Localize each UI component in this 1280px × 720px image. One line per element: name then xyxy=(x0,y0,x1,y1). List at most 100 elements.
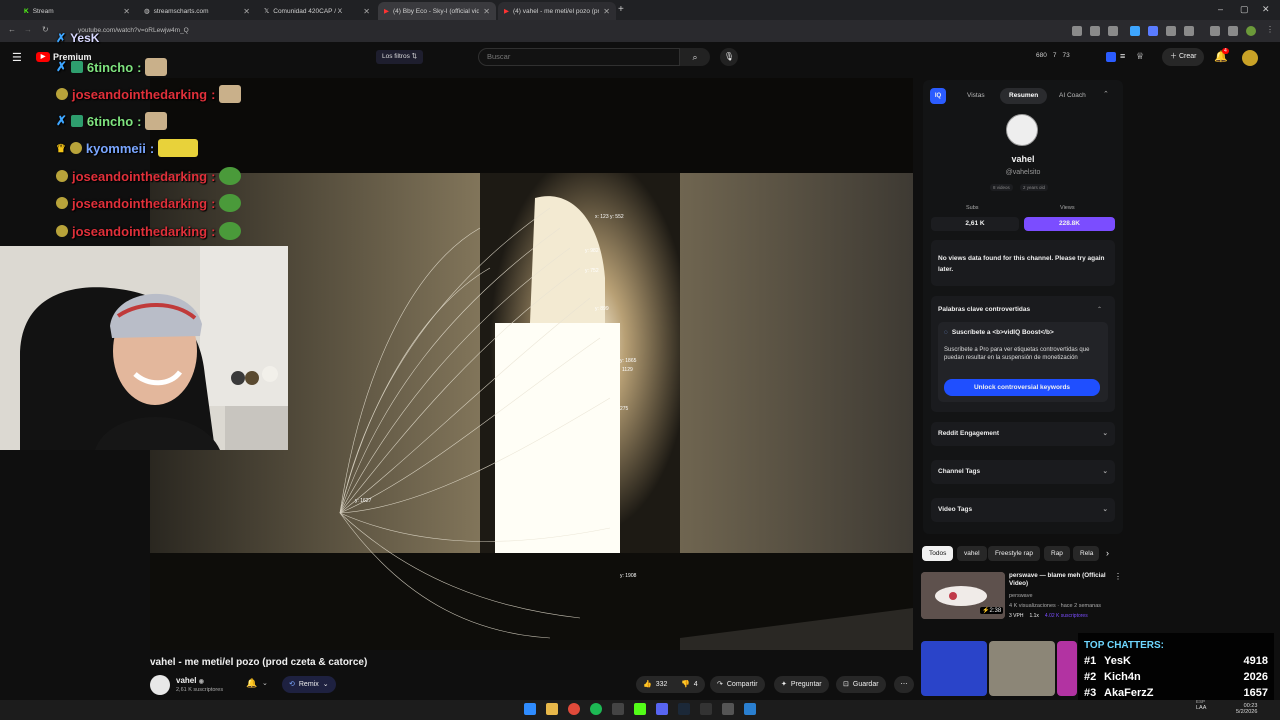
close-window-icon[interactable]: ✕ xyxy=(1262,4,1270,15)
tab-comunidad[interactable]: 𝕏 Comunidad 420CAP / X ✕ xyxy=(258,2,376,20)
extensions-puzzle-icon[interactable] xyxy=(1166,26,1176,36)
trophy-icon[interactable]: ♕ xyxy=(1136,51,1144,62)
chevron-right-icon[interactable]: › xyxy=(1106,548,1109,558)
chrome-icon[interactable] xyxy=(568,703,580,715)
views-toggle[interactable]: 228.8K xyxy=(1024,217,1115,231)
eye-off-icon[interactable] xyxy=(1090,26,1100,36)
chip-rap[interactable]: Rap xyxy=(1044,546,1070,561)
extension-icon[interactable] xyxy=(1148,26,1158,36)
install-icon[interactable] xyxy=(1072,26,1082,36)
filters-button[interactable]: Los filtros ⇅ xyxy=(376,50,424,64)
minion-emote-icon xyxy=(158,139,199,157)
tab-ai-coach[interactable]: AI Coach xyxy=(1050,88,1095,104)
promo-body: Suscríbete a Pro para ver etiquetas cont… xyxy=(944,347,1090,361)
sidepanel-icon[interactable] xyxy=(1184,26,1194,36)
reload-icon[interactable]: ↻ xyxy=(42,25,49,34)
tab-streamscharts[interactable]: ◍ streamscharts.com ✕ xyxy=(138,2,256,20)
new-tab-button[interactable]: + xyxy=(618,4,624,15)
related-stats: 3 VPH 1.1x 4.02 K suscriptores xyxy=(1009,613,1088,619)
reddit-engagement-section[interactable]: Reddit Engagement ⌄ xyxy=(931,422,1115,446)
tab-resumen[interactable]: Resumen xyxy=(1000,88,1048,104)
settings-icon[interactable] xyxy=(722,703,734,715)
chat-message: joseandointhedarking: xyxy=(56,165,242,187)
unlock-keywords-button[interactable]: Unlock controversial keywords xyxy=(944,379,1100,396)
collapse-chevron-icon[interactable]: ⌃ xyxy=(1103,90,1109,98)
subs-toggle[interactable]: 2,61 K xyxy=(931,217,1019,231)
channel-name[interactable]: vahel ◉ xyxy=(176,676,204,685)
chip-vahel[interactable]: vahel xyxy=(957,546,987,561)
microphone-icon[interactable]: 🎙 xyxy=(720,48,738,66)
related-thumbnail[interactable] xyxy=(989,641,1055,696)
video-tags-section[interactable]: Video Tags ⌄ xyxy=(931,498,1115,522)
download-icon[interactable] xyxy=(1210,26,1220,36)
webcam-feed xyxy=(0,246,288,450)
share-button[interactable]: ↷ Compartir xyxy=(710,676,765,693)
more-actions-icon[interactable]: ⋯ xyxy=(894,676,914,693)
start-menu-icon[interactable] xyxy=(524,703,536,715)
list-icon[interactable]: ≡ xyxy=(1120,51,1125,61)
discord-icon[interactable] xyxy=(656,703,668,715)
tab-vahel[interactable]: ▶ (4) vahel - me meti/el pozo (pr ✕ xyxy=(498,2,616,20)
obs-icon[interactable] xyxy=(612,703,624,715)
close-tab-icon[interactable]: ✕ xyxy=(603,7,610,16)
dislike-button[interactable]: 👎 4 xyxy=(674,676,705,693)
chip-rela[interactable]: Rela xyxy=(1073,546,1099,561)
related-channel[interactable]: perswave xyxy=(1009,593,1033,599)
tab-vistas[interactable]: Vistas xyxy=(958,88,994,104)
close-tab-icon[interactable]: ✕ xyxy=(123,7,130,16)
forward-icon[interactable]: → xyxy=(24,25,32,34)
ask-button[interactable]: ✦ Preguntar xyxy=(774,676,829,693)
back-icon[interactable]: ← xyxy=(8,25,16,34)
views-label: Views xyxy=(1060,205,1075,211)
app-icon[interactable] xyxy=(700,703,712,715)
steam-icon[interactable] xyxy=(678,703,690,715)
file-explorer-icon[interactable] xyxy=(546,703,558,715)
maximize-icon[interactable]: ▢ xyxy=(1240,4,1249,15)
keywords-title: Palabras clave controvertidas xyxy=(938,306,1031,313)
vidiq-icon[interactable] xyxy=(1106,52,1116,62)
bell-subscribe-icon[interactable]: 🔔 xyxy=(246,678,257,689)
search-icon[interactable]: ⌕ xyxy=(680,48,710,66)
chip-freestyle-rap[interactable]: Freestyle rap xyxy=(988,546,1040,561)
close-tab-icon[interactable]: ✕ xyxy=(363,7,370,16)
like-button[interactable]: 👍 332 xyxy=(636,676,675,693)
spotify-icon[interactable] xyxy=(590,703,602,715)
channel-avatar[interactable] xyxy=(150,675,170,695)
star-icon[interactable] xyxy=(1108,26,1118,36)
video-overlay-label: y: 982 xyxy=(585,248,599,254)
hamburger-menu-icon[interactable]: ☰ xyxy=(12,51,22,64)
language-sub: ESP xyxy=(1196,699,1206,704)
more-vert-icon[interactable]: ⋮ xyxy=(1114,572,1122,581)
chevron-up-icon[interactable]: ⌃ xyxy=(1097,306,1102,313)
chip-todos[interactable]: Todos xyxy=(922,546,954,561)
url-field[interactable]: youtube.com/watch?v=oRLewjw4m_Q xyxy=(60,24,1060,38)
chevron-down-icon[interactable]: ⌄ xyxy=(262,679,268,687)
search-input[interactable]: Buscar xyxy=(478,48,680,66)
create-button[interactable]: ＋ Crear xyxy=(1162,48,1205,66)
tab-bby-eco[interactable]: ▶ (4) Bby Eco - Sky-I (official vide ✕ xyxy=(378,2,496,20)
remix-button[interactable]: ⟲ Remix ⌄ xyxy=(282,676,336,693)
tab-stream[interactable]: K Stream ✕ xyxy=(18,2,136,20)
chat-username: 6tincho xyxy=(86,59,134,75)
menu-kebab-icon[interactable]: ⋮ xyxy=(1266,25,1274,34)
language-indicator[interactable]: LAA xyxy=(1196,705,1206,711)
minimize-icon[interactable]: – xyxy=(1218,4,1223,14)
extension-icon[interactable] xyxy=(1130,26,1140,36)
system-clock[interactable]: 00:23 5/2/2026 xyxy=(1236,703,1257,715)
related-thumbnail[interactable] xyxy=(1057,641,1077,696)
sword-badge-icon: ✗ xyxy=(56,31,67,45)
video-title: vahel - me meti/el pozo (prod czeta & ca… xyxy=(150,657,368,668)
channel-tags-section[interactable]: Channel Tags ⌄ xyxy=(931,460,1115,484)
account-avatar[interactable] xyxy=(1242,50,1258,66)
save-button[interactable]: ⊡ Guardar xyxy=(836,676,886,693)
avatar[interactable] xyxy=(1246,26,1256,36)
related-title[interactable]: perswave — blame meh (Official Video) xyxy=(1009,572,1117,588)
close-tab-icon[interactable]: ✕ xyxy=(483,7,490,16)
promo-title-row: ◌ Suscríbete a <b>vidIQ Boost</b> xyxy=(944,329,1054,336)
sparkle-icon: ✦ xyxy=(781,681,787,688)
kick-app-icon[interactable] xyxy=(634,703,646,715)
app-icon[interactable] xyxy=(744,703,756,715)
related-thumbnail[interactable] xyxy=(921,641,987,696)
profile-icon[interactable] xyxy=(1228,26,1238,36)
close-tab-icon[interactable]: ✕ xyxy=(243,7,250,16)
